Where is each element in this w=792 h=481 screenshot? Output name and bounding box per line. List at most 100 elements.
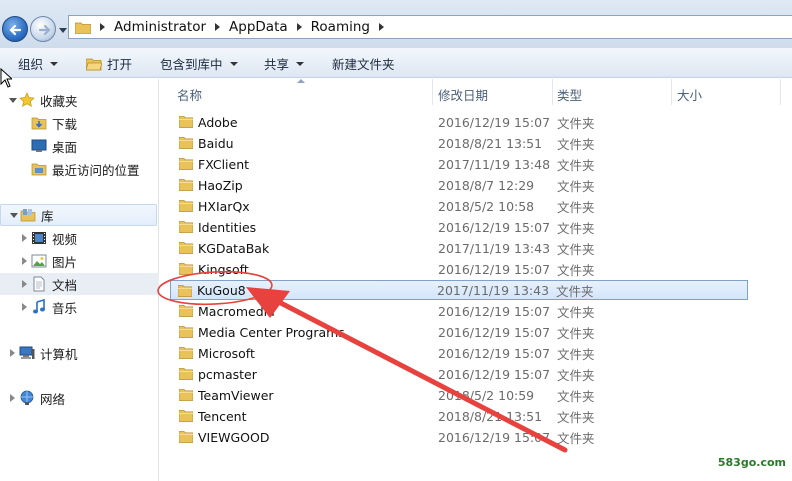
nav-network[interactable]: 网络 [0,387,159,409]
file-modified-date: 2016/12/19 15:07 [438,303,551,319]
breadcrumb-separator-icon[interactable] [378,23,384,31]
nav-desktop[interactable]: 桌面 [0,135,159,157]
expand-arrow-icon[interactable] [22,257,27,265]
music-icon [33,299,45,314]
share-label: 共享 [264,57,290,72]
file-row-tencent[interactable]: Tencent 2018/8/21 13:51 文件夹 [172,406,748,426]
file-modified-date: 2018/8/21 13:51 [438,135,543,151]
file-row-microsoft[interactable]: Microsoft 2016/12/19 15:07 文件夹 [172,343,748,363]
breadcrumb-separator-icon[interactable] [215,23,221,31]
nav-computer[interactable]: 计算机 [0,342,159,364]
file-type: 文件夹 [557,199,595,215]
file-row-adobe[interactable]: Adobe 2016/12/19 15:07 文件夹 [172,112,748,132]
column-header-type[interactable]: 类型 [557,85,582,104]
file-row-media-center-programs[interactable]: Media Center Programs 2016/12/19 15:07 文件夹 [172,322,748,342]
file-row-kugou8[interactable]: KuGou8 2017/11/19 13:43 文件夹 [170,280,748,300]
file-modified-date: 2018/5/2 10:58 [438,198,535,214]
open-button[interactable]: 打开 [86,54,132,73]
file-row-haozip[interactable]: HaoZip 2018/8/7 12:29 文件夹 [172,175,748,195]
expand-arrow-icon[interactable] [22,234,27,242]
new-folder-button[interactable]: 新建文件夹 [332,54,395,73]
file-name: Macromedia [198,303,275,319]
file-list[interactable]: 名称 修改日期 类型 大小 Adobe 2016/12/19 15:07 文件夹 Ba… [160,79,792,481]
folder-icon [179,158,193,170]
file-row-kingsoft[interactable]: Kingsoft 2016/12/19 15:07 文件夹 [172,259,748,279]
navigation-pane[interactable]: 收藏夹 下载 桌面 最近访问的位置 库 视频 图片 文档 音乐 计算机 网络 [0,79,159,481]
folder-icon [179,326,193,338]
expand-arrow-icon[interactable] [10,394,15,402]
back-button[interactable] [2,16,28,42]
file-row-viewgood[interactable]: VIEWGOOD 2016/12/19 15:07 文件夹 [172,427,748,447]
file-type: 文件夹 [557,241,595,257]
expand-arrow-icon[interactable] [22,303,27,311]
share-button[interactable]: 共享 [264,54,305,73]
file-modified-date: 2016/12/19 15:07 [438,324,551,340]
file-name: VIEWGOOD [198,429,270,445]
file-name: Microsoft [198,345,255,361]
forward-button[interactable] [30,16,56,42]
nav-videos[interactable]: 视频 [0,227,159,249]
column-header-modified[interactable]: 修改日期 [438,85,488,104]
column-divider[interactable] [671,79,672,105]
file-row-hxiarqx[interactable]: HXIarQx 2018/5/2 10:58 文件夹 [172,196,748,216]
column-divider[interactable] [552,79,553,105]
file-modified-date: 2018/8/7 12:29 [438,177,535,193]
column-divider[interactable] [432,79,433,105]
address-box[interactable]: Administrator AppData Roaming [68,15,792,39]
breadcrumb-administrator[interactable]: Administrator [114,19,206,35]
recent-places-icon [31,163,47,176]
file-name: KGDataBak [198,240,270,256]
nav-favorites[interactable]: 收藏夹 [0,89,159,111]
folder-icon [179,179,193,191]
column-header-size[interactable]: 大小 [677,85,702,104]
file-type: 文件夹 [557,304,595,320]
include-in-library-button[interactable]: 包含到库中 [160,54,238,73]
breadcrumb-roaming[interactable]: Roaming [311,19,370,35]
address-bar-region: Administrator AppData Roaming [0,0,792,48]
folder-icon [179,305,193,317]
file-name: TeamViewer [198,387,274,403]
breadcrumb-separator-icon[interactable] [100,23,105,31]
expand-arrow-icon[interactable] [22,280,27,288]
mouse-cursor-icon [0,68,12,88]
file-name: HXIarQx [198,198,250,214]
file-row-macromedia[interactable]: Macromedia 2016/12/19 15:07 文件夹 [172,301,748,321]
expand-arrow-icon[interactable] [10,212,18,218]
folder-icon [179,389,193,401]
file-type: 文件夹 [557,178,595,194]
column-divider[interactable] [780,79,781,105]
nav-documents[interactable]: 文档 [0,273,159,295]
file-type: 文件夹 [556,283,594,299]
file-type: 文件夹 [557,346,595,362]
history-dropdown-icon[interactable] [58,26,68,34]
file-row-kgdatabak[interactable]: KGDataBak 2017/11/19 13:43 文件夹 [172,238,748,258]
nav-recent-places[interactable]: 最近访问的位置 [0,158,159,180]
file-row-pcmaster[interactable]: pcmaster 2016/12/19 15:07 文件夹 [172,364,748,384]
nav-music[interactable]: 音乐 [0,296,159,318]
breadcrumb-appdata[interactable]: AppData [229,19,288,35]
breadcrumb-separator-icon[interactable] [296,23,302,31]
expand-arrow-icon[interactable] [10,349,15,357]
chevron-down-icon [296,61,305,66]
column-header-name[interactable]: 名称 [177,85,202,104]
folder-icon [179,242,193,254]
desktop-icon [31,139,47,152]
folder-icon [179,263,193,275]
file-modified-date: 2017/11/19 13:48 [438,156,551,172]
file-type: 文件夹 [557,136,595,152]
nav-pictures[interactable]: 图片 [0,250,159,272]
file-name: FXClient [198,156,250,172]
folder-icon [179,116,193,128]
file-row-baidu[interactable]: Baidu 2018/8/21 13:51 文件夹 [172,133,748,153]
file-modified-date: 2016/12/19 15:07 [438,114,551,130]
file-row-identities[interactable]: Identities 2016/12/19 15:07 文件夹 [172,217,748,237]
expand-arrow-icon[interactable] [9,97,17,103]
nav-downloads[interactable]: 下载 [0,112,159,134]
file-name: Media Center Programs [198,324,345,340]
file-row-fxclient[interactable]: FXClient 2017/11/19 13:48 文件夹 [172,154,748,174]
documents-icon [33,276,45,292]
organize-button[interactable]: 组织 [18,54,59,73]
file-row-teamviewer[interactable]: TeamViewer 2018/5/2 10:59 文件夹 [172,385,748,405]
folder-icon [179,221,193,233]
nav-libraries[interactable]: 库 [0,204,157,226]
